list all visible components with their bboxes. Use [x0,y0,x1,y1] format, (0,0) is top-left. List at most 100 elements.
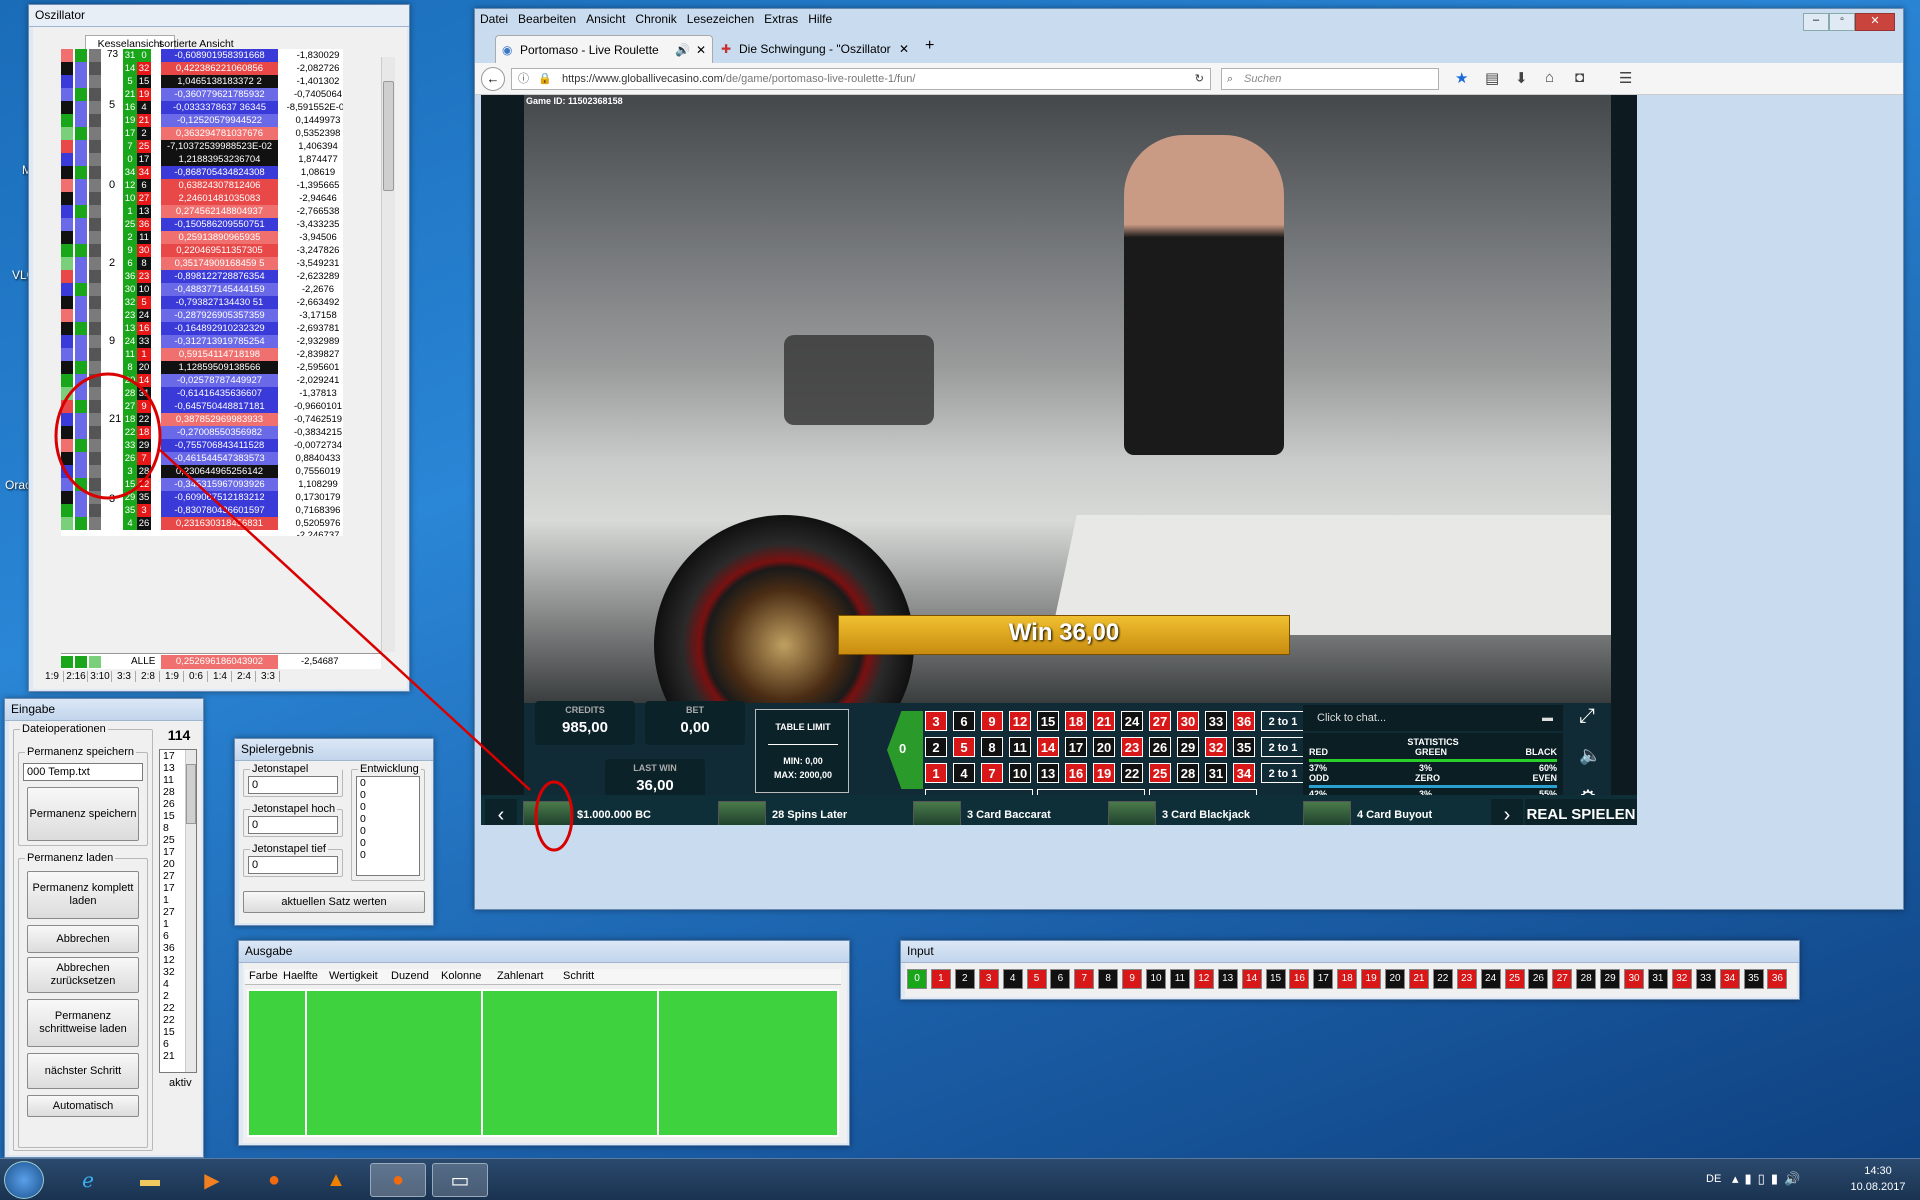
sound-icon[interactable]: 🔈 [1579,745,1601,766]
reload-icon[interactable]: ↻ [1195,69,1204,89]
input-number-cell[interactable]: 30 [1624,969,1644,989]
pocket-icon[interactable]: ◘ [1575,69,1584,86]
wheel-number[interactable]: 26 [123,452,137,465]
abbrechen-button[interactable]: Abbrechen [27,925,139,953]
list-item[interactable]: 0 [357,837,419,849]
board-number[interactable]: 11 [1009,737,1031,757]
board-number[interactable]: 29 [1177,737,1199,757]
input-number-cell[interactable]: 26 [1528,969,1549,989]
bookmark-star-icon[interactable]: ★ [1455,69,1468,87]
menu-item[interactable]: Bearbeiten [513,9,581,26]
wheel-number[interactable]: 30 [123,283,137,296]
tab-close-icon[interactable]: ✕ [899,35,909,63]
column-header[interactable]: Haelfte [283,970,318,982]
wheel-number[interactable]: 12 [137,478,151,491]
game-thumbnail[interactable] [1108,801,1156,825]
search-input[interactable]: ⌕ Suchen [1221,68,1439,90]
column-header[interactable]: Zahlenart [497,970,543,982]
column-bet[interactable]: 2 to 1 [1261,711,1305,731]
chat-icon[interactable]: ▬ [1542,705,1553,731]
wheel-number[interactable]: 4 [137,101,151,114]
wheel-number[interactable]: 12 [123,179,137,192]
wheel-number[interactable]: 32 [123,296,137,309]
board-number[interactable]: 21 [1093,711,1115,731]
wheel-number[interactable]: 2 [137,127,151,140]
automatisch-button[interactable]: Automatisch [27,1095,139,1117]
wheel-number[interactable]: 28 [123,387,137,400]
menu-item[interactable]: Datei [475,9,513,26]
wheel-number[interactable]: 7 [123,140,137,153]
input-number-cell[interactable]: 8 [1098,969,1119,989]
live-video[interactable]: Game ID: 11502368158 Win 36,00 [524,95,1611,703]
wheel-number[interactable]: 20 [137,361,151,374]
speaker-icon[interactable]: 🔊 [675,36,690,63]
filename-field[interactable]: 000 Temp.txt [23,763,143,781]
input-number-cell[interactable]: 4 [1002,969,1023,989]
input-number-cell[interactable]: 10 [1146,969,1166,989]
wheel-number[interactable]: 19 [123,114,137,127]
board-number[interactable]: 1 [925,763,947,783]
wheel-number[interactable]: 17 [137,153,151,166]
wheel-number[interactable]: 36 [137,218,151,231]
game-name[interactable]: $1.000.000 BC [577,809,651,821]
input-number-cell[interactable]: 15 [1265,969,1286,989]
input-number-cell[interactable]: 1 [930,969,951,989]
wheel-number[interactable]: 33 [137,335,151,348]
input-number-cell[interactable]: 33 [1695,969,1716,989]
wheel-number[interactable]: 19 [137,88,151,101]
wheel-number[interactable]: 29 [123,491,137,504]
wheel-number[interactable]: 21 [123,88,137,101]
game-thumbnail[interactable] [523,801,571,825]
board-number[interactable]: 4 [953,763,975,783]
wheel-number[interactable]: 3 [137,504,151,517]
wheel-number[interactable]: 21 [137,114,151,127]
column-header[interactable]: Duzend [391,970,429,982]
board-number[interactable]: 5 [953,737,975,757]
wheel-number[interactable]: 35 [137,491,151,504]
new-tab-button[interactable]: + [925,37,934,55]
board-number[interactable]: 16 [1065,763,1087,783]
abbrechen-zuruecksetzen-button[interactable]: Abbrechen zurücksetzen [27,957,139,993]
game-thumbnail[interactable] [913,801,961,825]
wheel-number[interactable]: 23 [123,309,137,322]
library-icon[interactable]: ▤ [1485,69,1499,87]
input-number-cell[interactable]: 34 [1719,969,1740,989]
naechster-schritt-button[interactable]: nächster Schritt [27,1053,139,1089]
wheel-number[interactable]: 20 [123,374,137,387]
wheel-number[interactable]: 0 [123,153,137,166]
real-spielen-button[interactable]: REAL SPIELEN [1525,799,1637,825]
game-thumbnail[interactable] [718,801,766,825]
wheel-number[interactable]: 5 [137,296,151,309]
board-number[interactable]: 8 [981,737,1003,757]
minimize-icon[interactable]: – [1803,13,1829,31]
board-number[interactable]: 20 [1093,737,1115,757]
permanenz-komplett-laden-button[interactable]: Permanenz komplett laden [27,871,139,919]
wheel-number[interactable]: 10 [137,283,151,296]
input-number-cell[interactable]: 24 [1480,969,1501,989]
download-icon[interactable]: ⬇ [1515,69,1528,87]
wheel-number[interactable]: 22 [137,413,151,426]
game-name[interactable]: 4 Card Buyout [1357,809,1432,821]
wheel-number[interactable]: 24 [137,309,151,322]
board-number[interactable]: 23 [1121,737,1143,757]
wheel-number[interactable]: 5 [123,75,137,88]
wheel-number[interactable]: 35 [123,504,137,517]
wheel-number[interactable]: 16 [137,322,151,335]
vlc-icon[interactable]: ▲ [308,1163,364,1197]
wheel-number[interactable]: 25 [123,218,137,231]
ie-icon[interactable]: ℯ [60,1163,116,1197]
home-icon[interactable]: ⌂ [1545,69,1554,86]
carousel-next-button[interactable]: › [1491,799,1523,825]
wheel-number[interactable]: 22 [123,426,137,439]
wheel-number[interactable]: 7 [137,452,151,465]
wheel-number[interactable]: 13 [137,205,151,218]
column-header[interactable]: Farbe [249,970,278,982]
wheel-number[interactable]: 3 [123,465,137,478]
board-number[interactable]: 13 [1037,763,1059,783]
input-number-cell[interactable]: 0 [907,969,927,989]
wheel-number[interactable]: 9 [137,400,151,413]
board-number[interactable]: 25 [1149,763,1171,783]
board-number[interactable]: 7 [981,763,1003,783]
wheel-number[interactable]: 6 [123,257,137,270]
board-number[interactable]: 30 [1177,711,1199,731]
